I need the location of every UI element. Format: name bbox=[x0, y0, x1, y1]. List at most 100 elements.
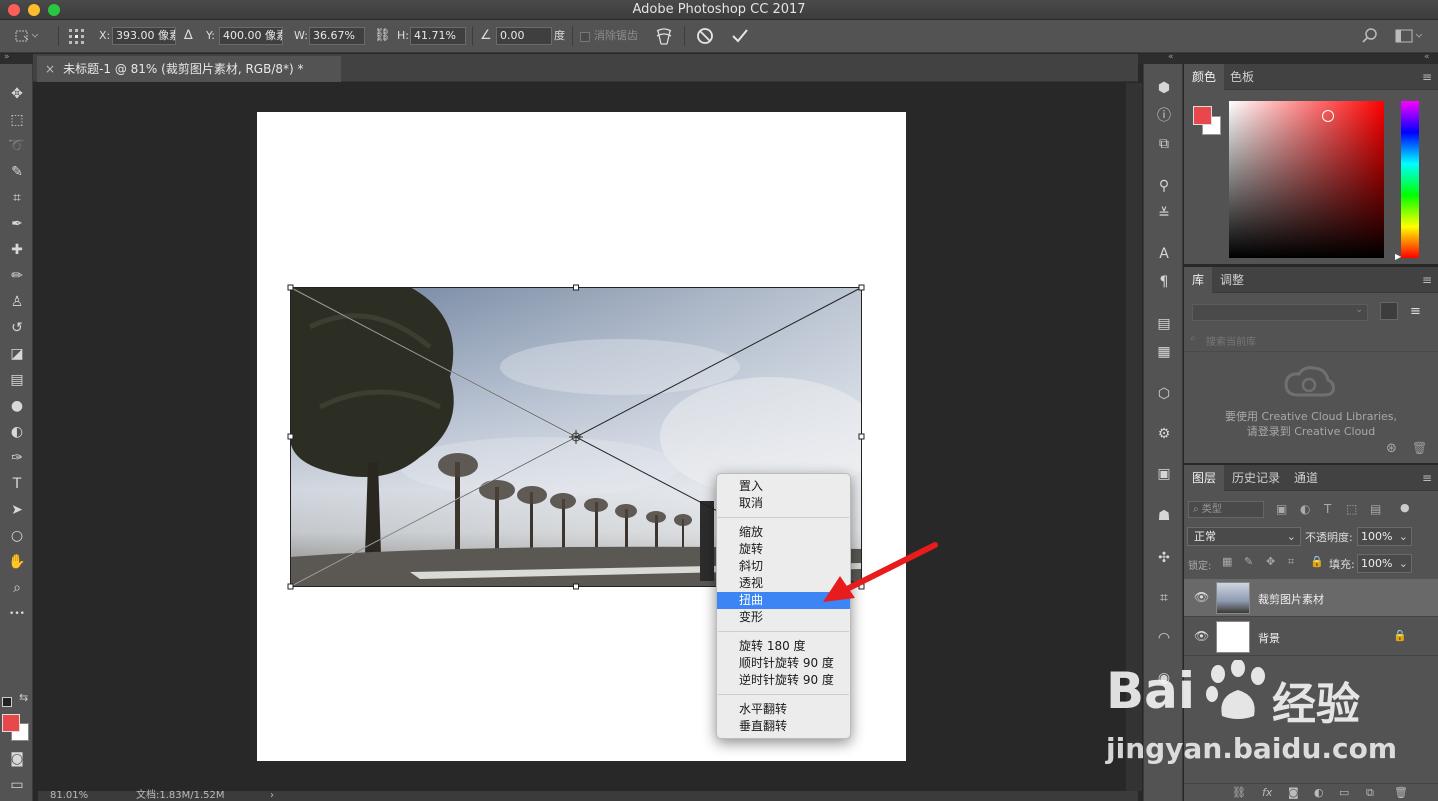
lock-position-icon[interactable]: ✥ bbox=[1266, 555, 1275, 568]
history-brush-tool-icon[interactable]: ↺ bbox=[6, 318, 28, 338]
blend-mode-select[interactable]: 正常 ⌄ bbox=[1187, 527, 1301, 546]
collapse-panels-icon[interactable]: « bbox=[1424, 52, 1430, 62]
hand-tool-icon[interactable]: ✋ bbox=[6, 552, 28, 572]
stamp-tool-icon[interactable]: ♙ bbox=[6, 292, 28, 312]
tab-channels[interactable]: 通道 bbox=[1286, 465, 1326, 491]
menu-item-warp[interactable]: 变形 bbox=[717, 609, 850, 626]
workspace-switcher-icon[interactable] bbox=[1395, 29, 1425, 43]
filter-shape-icon[interactable]: ⬚ bbox=[1346, 502, 1357, 516]
cc-sync-icon[interactable]: ⊛ bbox=[1386, 441, 1397, 456]
navigator-icon[interactable]: ⧉ bbox=[1154, 134, 1174, 154]
filter-toggle-icon[interactable]: ● bbox=[1400, 501, 1410, 514]
actions-icon[interactable]: ☗ bbox=[1154, 506, 1174, 526]
brush-presets-icon[interactable]: ⚲ bbox=[1154, 176, 1174, 196]
marquee-tool-icon[interactable]: ⬚ bbox=[6, 110, 28, 130]
layer-row-background[interactable]: 👁 背景 🔒 bbox=[1184, 618, 1438, 656]
styles-icon[interactable]: ▤ bbox=[1154, 314, 1174, 334]
transform-handle-top[interactable] bbox=[573, 284, 579, 291]
layer-filter-dropdown[interactable]: ⌕ 类型 bbox=[1188, 501, 1264, 518]
grid-view-icon[interactable] bbox=[1380, 302, 1398, 320]
lock-pixels-icon[interactable]: ✎ bbox=[1244, 555, 1253, 568]
lasso-tool-icon[interactable]: ➰ bbox=[6, 136, 28, 156]
3d-icon[interactable]: ⬢ bbox=[1154, 78, 1174, 98]
tab-adjustments[interactable]: 调整 bbox=[1212, 267, 1252, 293]
eraser-tool-icon[interactable]: ◪ bbox=[6, 344, 28, 364]
commit-transform-icon[interactable] bbox=[731, 27, 749, 45]
search-icon[interactable] bbox=[1361, 27, 1379, 45]
height-field[interactable]: 41.71% bbox=[410, 27, 466, 45]
hue-slider[interactable] bbox=[1401, 101, 1419, 258]
menu-item-rotate-90-ccw[interactable]: 逆时针旋转 90 度 bbox=[717, 672, 850, 689]
tab-layers[interactable]: 图层 bbox=[1184, 465, 1225, 491]
library-search-row[interactable]: ⌕ 搜索当前库 bbox=[1184, 328, 1438, 352]
default-colors-icon[interactable] bbox=[2, 697, 12, 707]
layers-panel-menu-icon[interactable]: ≡ bbox=[1422, 472, 1432, 484]
menu-item-rotate-90-cw[interactable]: 顺时针旋转 90 度 bbox=[717, 655, 850, 672]
color-picker-marker[interactable] bbox=[1322, 110, 1334, 122]
menu-item-scale[interactable]: 缩放 bbox=[717, 524, 850, 541]
3d-cube-icon[interactable]: ⬡ bbox=[1154, 384, 1174, 404]
zoom-window-button[interactable] bbox=[48, 4, 60, 16]
minimize-window-button[interactable] bbox=[28, 4, 40, 16]
group-icon[interactable]: ▭ bbox=[1339, 786, 1349, 799]
fx-icon[interactable]: fx bbox=[1262, 786, 1272, 799]
lock-artboard-icon[interactable]: ⌗ bbox=[1288, 555, 1294, 569]
transform-handle-top-left[interactable] bbox=[287, 284, 294, 291]
type-tool-icon[interactable]: T bbox=[6, 474, 28, 494]
move-tool-icon[interactable]: ✥ bbox=[6, 84, 28, 104]
menu-item-flip-horizontal[interactable]: 水平翻转 bbox=[717, 701, 850, 718]
character-icon[interactable]: A bbox=[1154, 244, 1174, 264]
antialias-checkbox[interactable] bbox=[580, 32, 590, 42]
link-icon[interactable]: ⛓ bbox=[374, 27, 391, 45]
link-icon[interactable]: ⛓ bbox=[1232, 786, 1246, 799]
transform-handle-left[interactable] bbox=[287, 433, 294, 440]
menu-item-rotate-180[interactable]: 旋转 180 度 bbox=[717, 638, 850, 655]
collapse-right-icon[interactable]: « bbox=[1168, 52, 1174, 62]
libraries-panel-menu-icon[interactable]: ≡ bbox=[1422, 274, 1432, 286]
pen-tool-icon[interactable]: ✑ bbox=[6, 448, 28, 468]
filter-adjustment-icon[interactable]: ◐ bbox=[1300, 502, 1310, 516]
crop-panel-icon[interactable]: ⌗ bbox=[1154, 588, 1174, 608]
blur-tool-icon[interactable]: ● bbox=[6, 396, 28, 416]
library-trash-icon[interactable]: 🗑 bbox=[1412, 441, 1427, 455]
folder-icon[interactable]: ▣ bbox=[1154, 464, 1174, 484]
opacity-chevron-icon[interactable]: ⌄ bbox=[1399, 528, 1408, 545]
delta-icon[interactable]: ∆ bbox=[184, 27, 193, 45]
trash-icon[interactable]: 🗑 bbox=[1394, 786, 1408, 799]
fill-field[interactable]: 100% ⌄ bbox=[1357, 554, 1412, 573]
tab-swatches[interactable]: 色板 bbox=[1222, 64, 1262, 90]
eyedropper-tool-icon[interactable]: ✒ bbox=[6, 214, 28, 234]
info-icon[interactable]: ⓘ bbox=[1154, 106, 1174, 126]
properties-icon[interactable]: ⚙ bbox=[1154, 424, 1174, 444]
new-layer-icon[interactable]: ⧉ bbox=[1366, 786, 1374, 800]
visibility-eye-icon[interactable]: 👁 bbox=[1194, 590, 1209, 604]
filter-type-icon[interactable]: T bbox=[1324, 502, 1331, 516]
transform-center-point-icon[interactable] bbox=[569, 430, 583, 444]
paths-icon[interactable]: ◠ bbox=[1154, 628, 1174, 648]
transform-handle-right[interactable] bbox=[858, 433, 865, 440]
status-menu-chevron-icon[interactable]: › bbox=[270, 791, 274, 801]
screen-mode-icon[interactable]: ▭ bbox=[6, 775, 28, 795]
transform-tool-icon[interactable] bbox=[14, 28, 40, 44]
menu-item-place[interactable]: 置入 bbox=[717, 478, 850, 495]
list-view-icon[interactable]: ≡ bbox=[1410, 304, 1421, 319]
layer-name[interactable]: 背景 bbox=[1258, 630, 1280, 646]
adjustment-icon[interactable]: ◐ bbox=[1314, 786, 1324, 799]
ellipse-tool-icon[interactable]: ○ bbox=[6, 526, 28, 546]
hue-slider-handle[interactable]: ▶ bbox=[1395, 252, 1401, 261]
reference-point-icon[interactable] bbox=[67, 27, 87, 47]
y-field[interactable]: 400.00 像素 bbox=[219, 27, 283, 45]
color-field[interactable] bbox=[1229, 101, 1384, 258]
filter-pixel-icon[interactable]: ▣ bbox=[1276, 502, 1287, 516]
library-dropdown[interactable]: ⌄ bbox=[1192, 304, 1368, 321]
lock-transparency-icon[interactable]: ▦ bbox=[1222, 555, 1232, 568]
more-tools-icon[interactable]: ••• bbox=[6, 604, 28, 624]
color-panel-fg-swatch[interactable] bbox=[1193, 106, 1212, 125]
document-tab[interactable]: × 未标题-1 @ 81% (裁剪图片素材, RGB/8*) * bbox=[37, 56, 341, 82]
transform-handle-top-right[interactable] bbox=[858, 284, 865, 291]
opacity-field[interactable]: 100% ⌄ bbox=[1357, 527, 1412, 546]
zoom-level[interactable]: 81.01% bbox=[50, 791, 88, 801]
library-search-input[interactable]: 搜索当前库 bbox=[1206, 333, 1256, 348]
menu-item-cancel[interactable]: 取消 bbox=[717, 495, 850, 512]
color-panel-menu-icon[interactable]: ≡ bbox=[1422, 71, 1432, 83]
